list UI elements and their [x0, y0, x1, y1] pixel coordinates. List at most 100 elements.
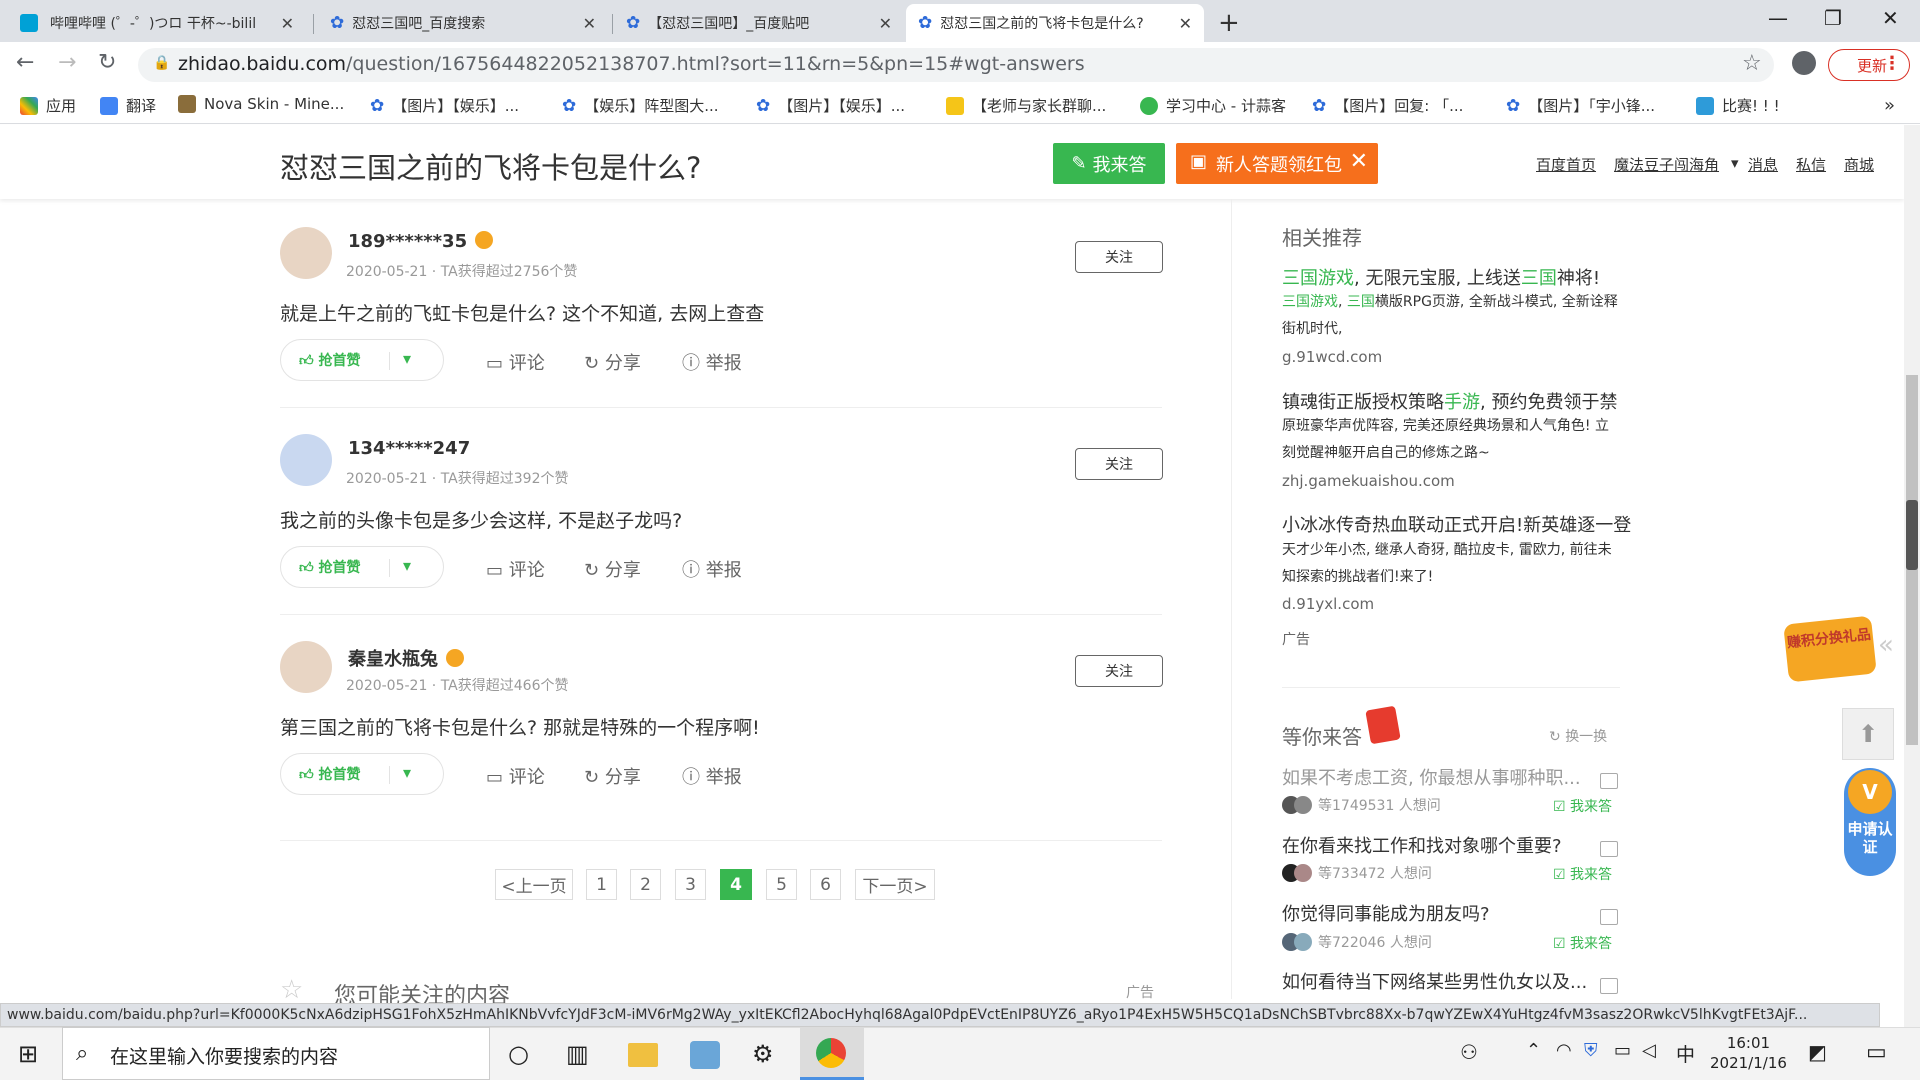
bookmark-item[interactable]: ✿ 【图片】【娱乐】...: [370, 95, 519, 116]
question-link[interactable]: 在你看来找工作和找对象哪个重要?: [1282, 832, 1562, 858]
nav-mall[interactable]: 商城: [1844, 154, 1874, 175]
minimize-icon[interactable]: —: [1768, 6, 1788, 30]
tab-bilibili[interactable]: 哔哩哔哩 (゜-゜)つロ 干杯~-bilil ✕: [8, 4, 306, 42]
menu-dots-icon[interactable]: ⋮: [1883, 53, 1901, 74]
ad-headline[interactable]: 三国游戏, 无限元宝服, 上线送三国神将!: [1282, 264, 1600, 290]
page-3[interactable]: 3: [675, 869, 706, 900]
back-icon[interactable]: ←: [16, 50, 34, 75]
search-placeholder[interactable]: 在这里输入你要搜索的内容: [110, 1042, 338, 1069]
report-button[interactable]: ⓘ 举报: [682, 763, 742, 789]
like-button[interactable]: 👍︎ 抢首赞 ▾: [280, 546, 444, 588]
bookmark-item[interactable]: ✿ 【图片】【娱乐】...: [756, 95, 905, 116]
report-button[interactable]: ⓘ 举报: [682, 556, 742, 582]
bookmark-item[interactable]: 比赛! ! !: [1696, 95, 1780, 116]
answer-link[interactable]: ☑ 我来答: [1553, 933, 1612, 953]
page-4-current[interactable]: 4: [720, 869, 752, 900]
lock-icon[interactable]: 🔒: [153, 55, 170, 71]
battery-icon[interactable]: ▭: [1614, 1040, 1631, 1061]
close-icon[interactable]: ✕: [879, 14, 892, 33]
chevron-up-icon[interactable]: ⌃: [1526, 1040, 1541, 1061]
hongbao-banner[interactable]: ▣ 新人答题领红包 ✕: [1176, 143, 1378, 184]
url-text[interactable]: zhidao.baidu.com/question/16756448220521…: [178, 53, 1085, 75]
bookmark-item[interactable]: 学习中心 - 计蒜客: [1140, 95, 1286, 116]
comment-button[interactable]: ▭ 评论: [486, 556, 545, 582]
close-icon[interactable]: ✕: [281, 14, 294, 33]
like-button[interactable]: 👍︎ 抢首赞 ▾: [280, 339, 444, 381]
bookmark-item[interactable]: ✿ 【图片】「宇小锋...: [1506, 95, 1655, 116]
forward-icon[interactable]: →: [58, 50, 76, 75]
question-link[interactable]: 如何看待当下网络某些男性仇女以及...: [1282, 968, 1587, 994]
question-link[interactable]: 你觉得同事能成为朋友吗?: [1282, 900, 1490, 926]
username[interactable]: 134*****247: [348, 438, 470, 459]
answer-link[interactable]: ☑ 我来答: [1553, 864, 1612, 884]
prev-page-button[interactable]: <上一页: [495, 869, 573, 900]
nav-messages[interactable]: 消息: [1748, 154, 1778, 175]
chevron-left-icon[interactable]: «: [1878, 630, 1894, 660]
refresh-button[interactable]: ↻ 换一换: [1549, 726, 1607, 746]
page-2[interactable]: 2: [630, 869, 661, 900]
back-to-top-button[interactable]: ⬆: [1842, 708, 1894, 760]
thumbs-down-icon[interactable]: ▾: [403, 763, 411, 782]
app-tray-icon[interactable]: ◩: [1808, 1040, 1827, 1064]
page-6[interactable]: 6: [810, 869, 841, 900]
cortana-icon[interactable]: ○: [508, 1040, 529, 1068]
bookmark-nova-skin[interactable]: Nova Skin - Mine...: [178, 95, 344, 113]
nav-user[interactable]: 魔法豆子闯海角: [1614, 154, 1719, 175]
volume-icon[interactable]: ◁: [1642, 1040, 1656, 1061]
task-view-icon[interactable]: ▥: [566, 1040, 589, 1068]
report-button[interactable]: ⓘ 举报: [682, 349, 742, 375]
bookmark-item[interactable]: ✿ 【图片】回复: 「...: [1312, 95, 1463, 116]
security-shield-icon[interactable]: ⛨: [1584, 1040, 1598, 1061]
like-button[interactable]: 👍︎ 抢首赞 ▾: [280, 753, 444, 795]
username[interactable]: 秦皇水瓶兔: [348, 645, 464, 671]
share-button[interactable]: ↻ 分享: [584, 349, 641, 375]
comment-button[interactable]: ▭ 评论: [486, 763, 545, 789]
ad-url[interactable]: zhj.gamekuaishou.com: [1282, 472, 1455, 490]
bookmark-translate[interactable]: 翻译: [100, 95, 156, 116]
maximize-icon[interactable]: ❐: [1824, 6, 1842, 30]
clock[interactable]: 16:01 2021/1/16: [1710, 1033, 1787, 1073]
username[interactable]: 189******35: [348, 231, 494, 252]
settings-gear-icon[interactable]: ⚙: [752, 1040, 774, 1068]
follow-button[interactable]: 关注: [1075, 655, 1163, 687]
avatar[interactable]: [280, 641, 332, 693]
close-icon[interactable]: ✕: [583, 14, 596, 33]
windows-start-icon[interactable]: ⊞: [18, 1040, 38, 1068]
ad-headline[interactable]: 镇魂街正版授权策略手游, 预约免费领于禁: [1282, 388, 1617, 414]
share-button[interactable]: ↻ 分享: [584, 556, 641, 582]
chevron-down-icon[interactable]: ▾: [1731, 154, 1739, 172]
thumbs-down-icon[interactable]: ▾: [403, 556, 411, 575]
next-page-button[interactable]: 下一页>: [855, 869, 935, 900]
tab-baidu-search[interactable]: ✿ 怼怼三国吧_百度搜索 ✕: [318, 4, 608, 42]
avatar[interactable]: [280, 227, 332, 279]
tab-zhidao[interactable]: ✿ 怼怼三国之前的飞将卡包是什么? ✕: [906, 4, 1204, 42]
bookmark-item[interactable]: ✿ 【娱乐】阵型图大...: [562, 95, 719, 116]
file-explorer-icon[interactable]: [628, 1043, 658, 1067]
nav-private-msg[interactable]: 私信: [1796, 154, 1826, 175]
answer-button[interactable]: ✎ 我来答: [1053, 143, 1165, 184]
comment-button[interactable]: ▭ 评论: [486, 349, 545, 375]
bookmark-star-icon[interactable]: ☆: [1742, 51, 1762, 76]
verify-button[interactable]: V 申请认证: [1844, 768, 1896, 876]
new-tab-button[interactable]: +: [1218, 8, 1240, 38]
ad-url[interactable]: d.91yxl.com: [1282, 595, 1374, 613]
update-button[interactable]: 更新 ⋮: [1828, 49, 1910, 81]
answer-link[interactable]: ☑ 我来答: [1553, 796, 1612, 816]
bookmark-item[interactable]: 【老师与家长群聊...: [946, 95, 1106, 116]
page-5[interactable]: 5: [766, 869, 797, 900]
ime-indicator[interactable]: 中: [1676, 1040, 1695, 1067]
ad-url[interactable]: g.91wcd.com: [1282, 348, 1382, 366]
follow-button[interactable]: 关注: [1075, 448, 1163, 480]
follow-button[interactable]: 关注: [1075, 241, 1163, 273]
close-icon[interactable]: ✕: [1179, 14, 1192, 33]
close-icon[interactable]: ✕: [1350, 149, 1368, 174]
share-button[interactable]: ↻ 分享: [584, 763, 641, 789]
page-1[interactable]: 1: [586, 869, 617, 900]
window-close-icon[interactable]: ✕: [1882, 6, 1899, 30]
question-link[interactable]: 如果不考虑工资, 你最想从事哪种职...: [1282, 764, 1581, 790]
more-bookmarks-icon[interactable]: »: [1884, 95, 1895, 116]
ad-headline[interactable]: 小冰冰传奇热血联动正式开启!新英雄逐一登: [1282, 511, 1631, 537]
avatar[interactable]: [280, 434, 332, 486]
paint-icon[interactable]: [690, 1041, 720, 1069]
people-icon[interactable]: ⚇: [1460, 1040, 1478, 1064]
